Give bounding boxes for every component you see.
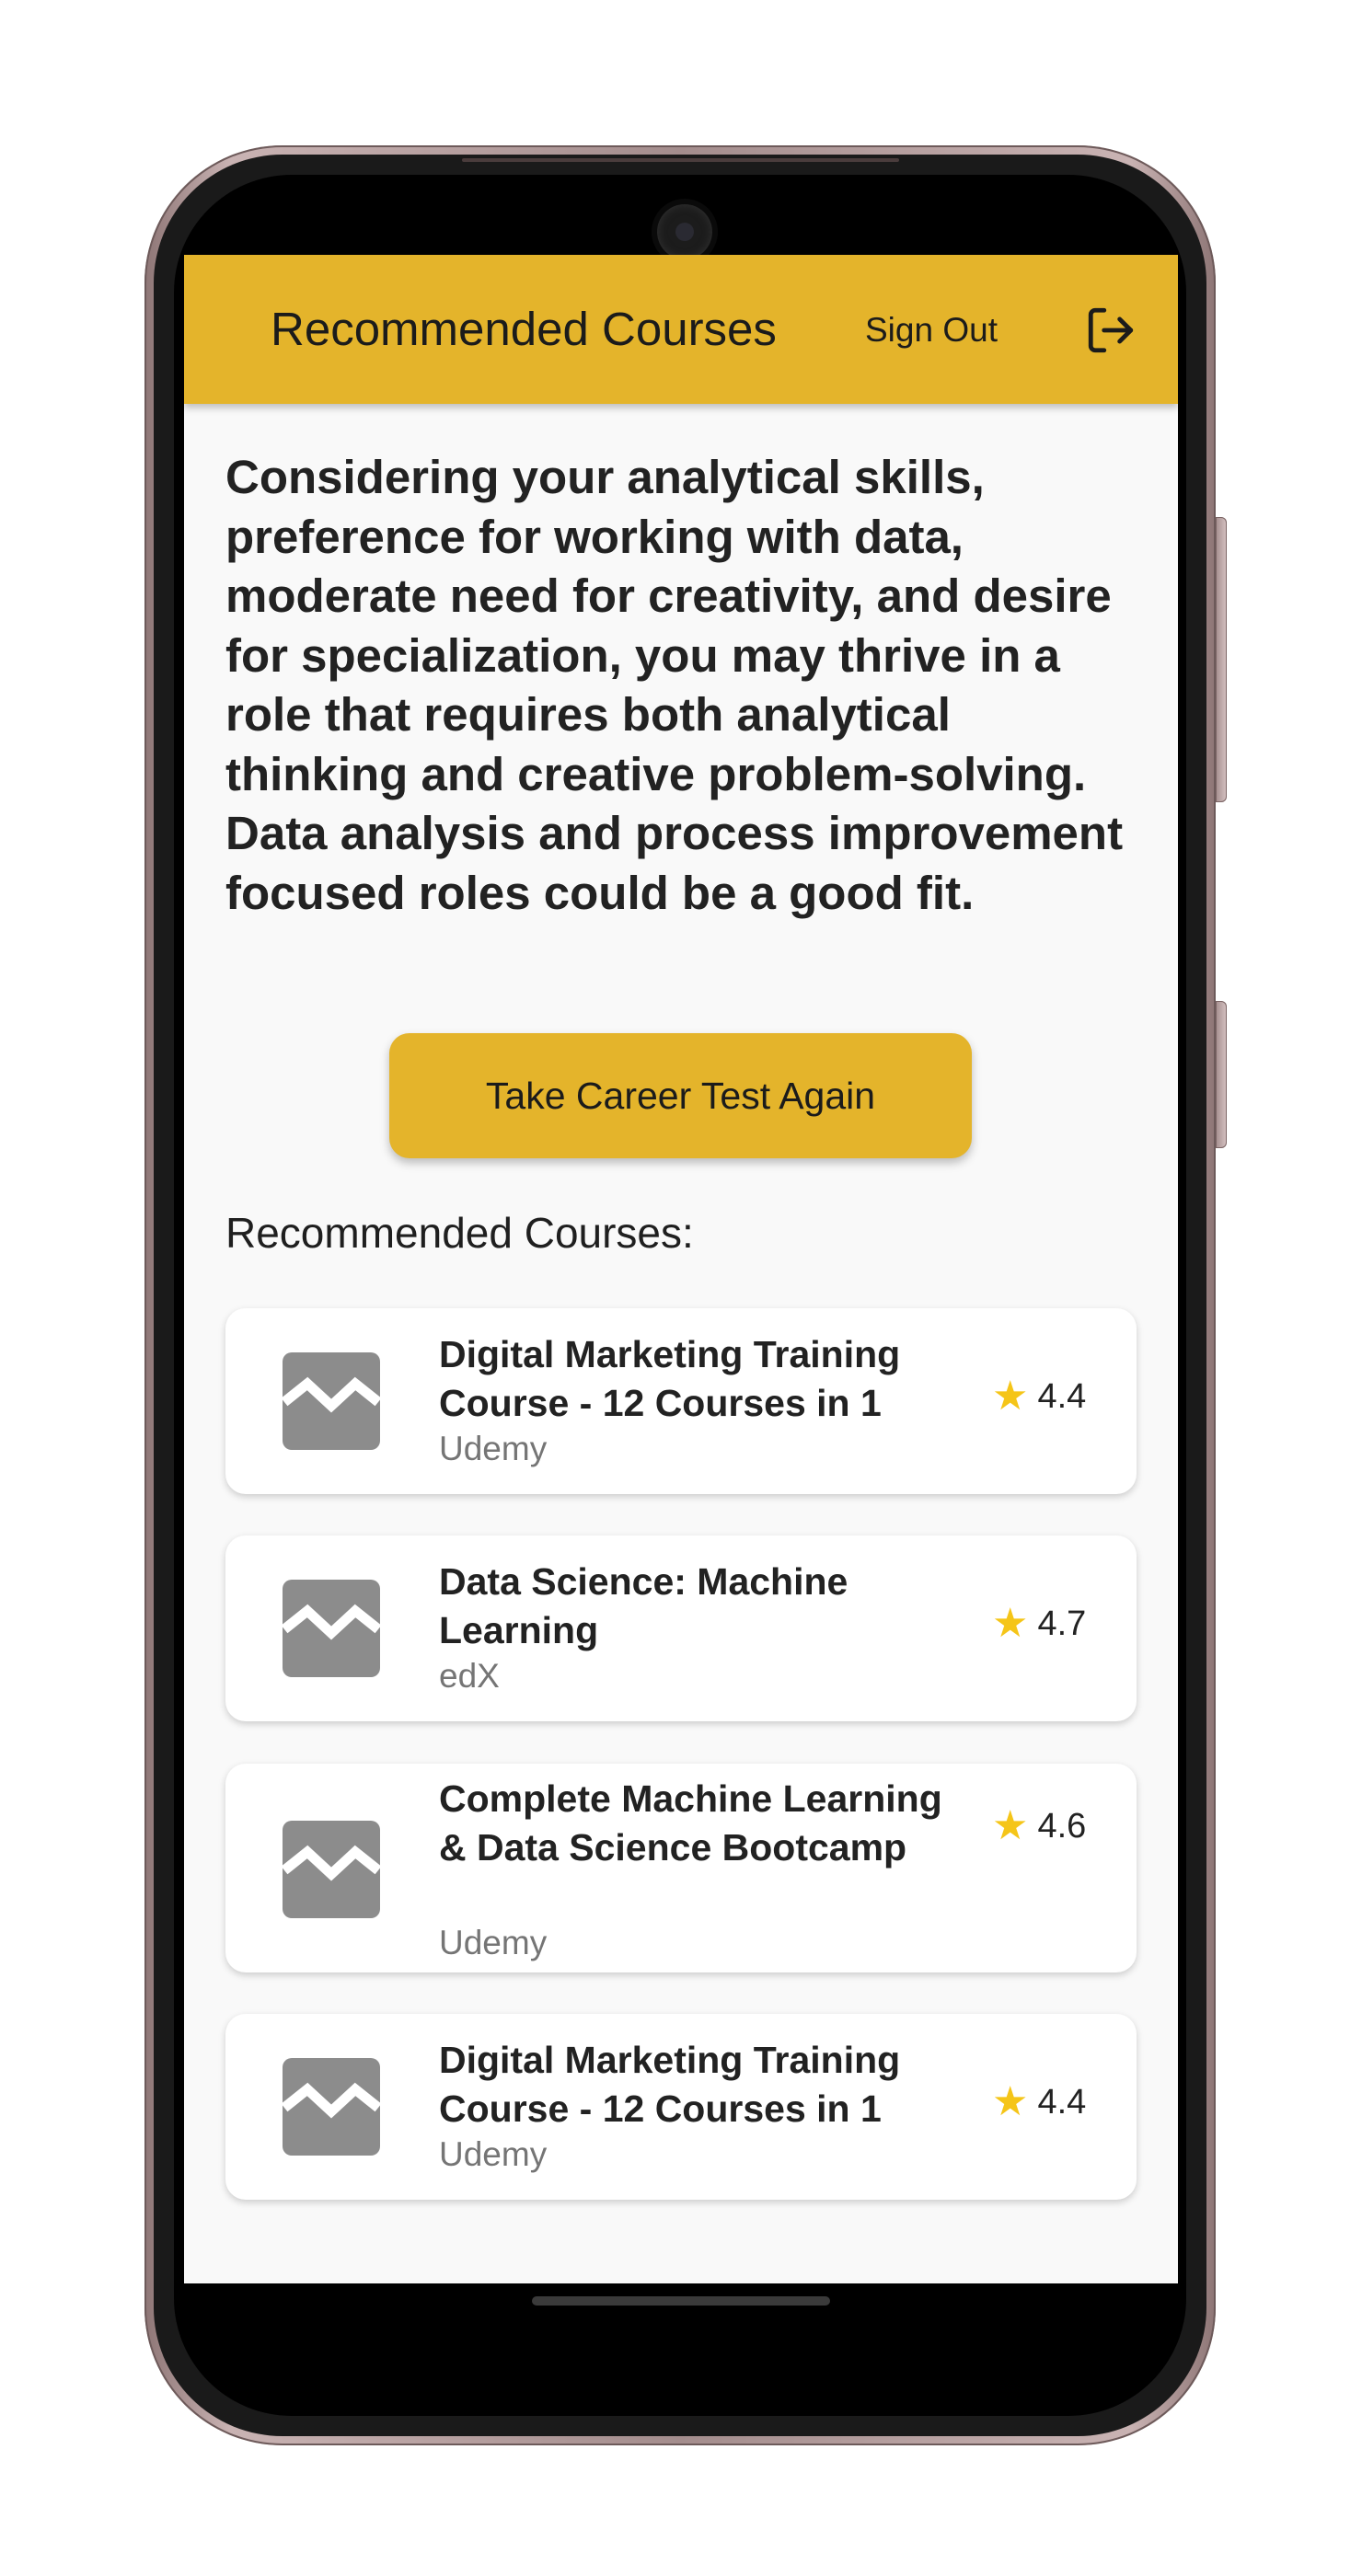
course-provider: edX [439, 1657, 500, 1695]
course-card[interactable]: Data Science: Machine Learning edX ★ 4.7 [225, 1535, 1137, 1721]
front-camera [657, 204, 712, 259]
course-rating: ★ 4.6 [992, 1806, 1086, 1846]
app-screen: Recommended Courses Sign Out Considering… [184, 255, 1178, 2283]
course-title: Data Science: Machine Learning [439, 1560, 848, 1651]
course-provider: Udemy [439, 1924, 548, 1961]
section-title: Recommended Courses: [225, 1209, 694, 1257]
rating-value: 4.7 [1037, 1604, 1087, 1643]
star-icon: ★ [992, 1601, 1029, 1646]
course-rating: ★ 4.7 [992, 1604, 1086, 1644]
take-career-test-again-button[interactable]: Take Career Test Again [389, 1033, 972, 1158]
star-icon: ★ [992, 1374, 1029, 1419]
course-card[interactable]: Digital Marketing Training Course - 12 C… [225, 2014, 1137, 2200]
career-summary: Considering your analytical skills, pref… [225, 451, 1124, 919]
course-title: Complete Machine Learning & Data Science… [439, 1777, 942, 1869]
rating-value: 4.6 [1037, 1806, 1087, 1846]
page-title: Recommended Courses [271, 303, 777, 355]
main-content: Considering your analytical skills, pref… [184, 404, 1178, 2283]
course-provider: Udemy [439, 2135, 548, 2173]
speaker-slot [462, 158, 899, 162]
power-button [1216, 1001, 1227, 1148]
star-icon: ★ [992, 1803, 1029, 1848]
star-icon: ★ [992, 2079, 1029, 2124]
course-title: Digital Marketing Training Course - 12 C… [439, 1333, 901, 1424]
course-rating: ★ 4.4 [992, 2082, 1086, 2122]
rating-value: 4.4 [1037, 2082, 1087, 2122]
rating-value: 4.4 [1037, 1376, 1087, 1416]
course-card[interactable]: Complete Machine Learning & Data Science… [225, 1764, 1137, 1972]
course-card[interactable]: Digital Marketing Training Course - 12 C… [225, 1308, 1137, 1494]
logout-icon[interactable] [1084, 304, 1137, 357]
image-placeholder-icon [283, 1821, 380, 1918]
app-bar: Recommended Courses Sign Out [184, 255, 1178, 404]
volume-button [1216, 517, 1227, 802]
course-title: Digital Marketing Training Course - 12 C… [439, 2039, 901, 2130]
course-rating: ★ 4.4 [992, 1376, 1086, 1417]
course-provider: Udemy [439, 1430, 548, 1467]
sign-out-button[interactable]: Sign Out [865, 311, 998, 350]
image-placeholder-icon [283, 1352, 380, 1450]
image-placeholder-icon [283, 1580, 380, 1677]
home-indicator[interactable] [532, 2296, 830, 2306]
image-placeholder-icon [283, 2058, 380, 2156]
